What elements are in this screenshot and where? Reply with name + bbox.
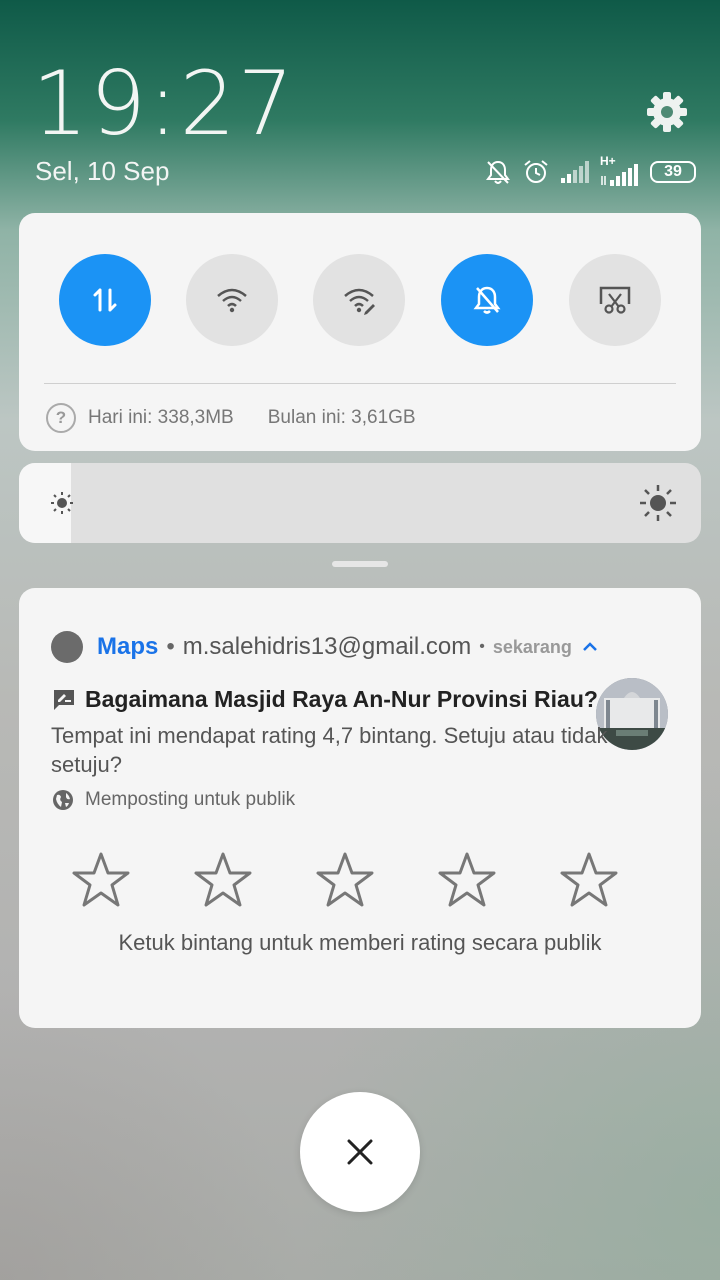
account-email: m.salehidris13@gmail.com: [182, 633, 472, 660]
notification-header: Maps • m.salehidris13@gmail.com • sekara…: [51, 631, 598, 663]
star-rating: [71, 850, 619, 910]
screenshot-icon: [599, 286, 631, 314]
separator: •: [479, 638, 485, 655]
rate-review-icon: [54, 689, 74, 710]
toggle-wifi[interactable]: [186, 254, 278, 346]
status-bar: H+ 39: [484, 154, 696, 188]
divider: [44, 383, 676, 384]
signal-icon: [561, 161, 589, 183]
wifi-edit-icon: [344, 288, 375, 315]
maps-notification[interactable]: Maps • m.salehidris13@gmail.com • sekara…: [19, 588, 701, 1028]
brightness-low-icon: [51, 492, 73, 514]
rating-hint: Ketuk bintang untuk memberi rating secar…: [118, 930, 602, 955]
chevron-up-icon[interactable]: [582, 641, 598, 653]
brightness-slider[interactable]: [19, 463, 701, 543]
posting-label: Memposting untuk publik: [85, 789, 296, 810]
bell-off-icon: [473, 286, 501, 314]
battery-icon: 39: [650, 161, 696, 183]
wifi-icon: [217, 288, 247, 313]
toggle-wifi-hotspot[interactable]: [313, 254, 405, 346]
toggle-silent-mode[interactable]: [441, 254, 533, 346]
star-2-icon[interactable]: [193, 850, 253, 910]
battery-level: 39: [664, 163, 682, 180]
date: Sel, 10 Sep: [35, 156, 170, 186]
data-usage[interactable]: ? Hari ini: 338,3MB Bulan ini: 3,61GB: [46, 403, 416, 433]
app-icon: [51, 631, 83, 663]
brightness-high-icon: [640, 485, 676, 521]
star-5-icon[interactable]: [559, 850, 619, 910]
quick-settings-panel: ? Hari ini: 338,3MB Bulan ini: 3,61GB: [19, 213, 701, 451]
notification-body: Tempat ini mendapat rating 4,7 bintang. …: [51, 723, 608, 777]
toggle-mobile-data[interactable]: [59, 254, 151, 346]
toggle-screenshot[interactable]: [569, 254, 661, 346]
star-1-icon[interactable]: [71, 850, 131, 910]
notifications-muted-icon: [486, 160, 510, 184]
globe-icon: [53, 790, 73, 810]
usage-today: Hari ini: 338,3MB: [88, 407, 234, 428]
separator: •: [166, 633, 175, 660]
notification-title: Bagaimana Masjid Raya An-Nur Provinsi Ri…: [85, 686, 598, 712]
usage-month: Bulan ini: 3,61GB: [267, 407, 416, 428]
star-3-icon[interactable]: [315, 850, 375, 910]
star-4-icon[interactable]: [437, 850, 497, 910]
mobile-data-signal-icon: H+: [600, 154, 640, 186]
drag-handle[interactable]: [332, 561, 388, 567]
alarm-icon: [524, 160, 548, 183]
help-icon: ?: [46, 403, 76, 433]
notification-title-row: Bagaimana Masjid Raya An-Nur Provinsi Ri…: [51, 686, 598, 713]
clear-notifications-button[interactable]: [300, 1092, 420, 1212]
posting-publicly: Memposting untuk publik: [51, 788, 295, 812]
app-name: Maps: [97, 633, 159, 660]
notification-time: sekarang: [492, 636, 572, 657]
data-transfer-icon: [93, 288, 117, 312]
clock: 19:27: [32, 52, 296, 155]
close-icon: [347, 1139, 373, 1165]
settings-gear-icon[interactable]: [645, 90, 689, 134]
